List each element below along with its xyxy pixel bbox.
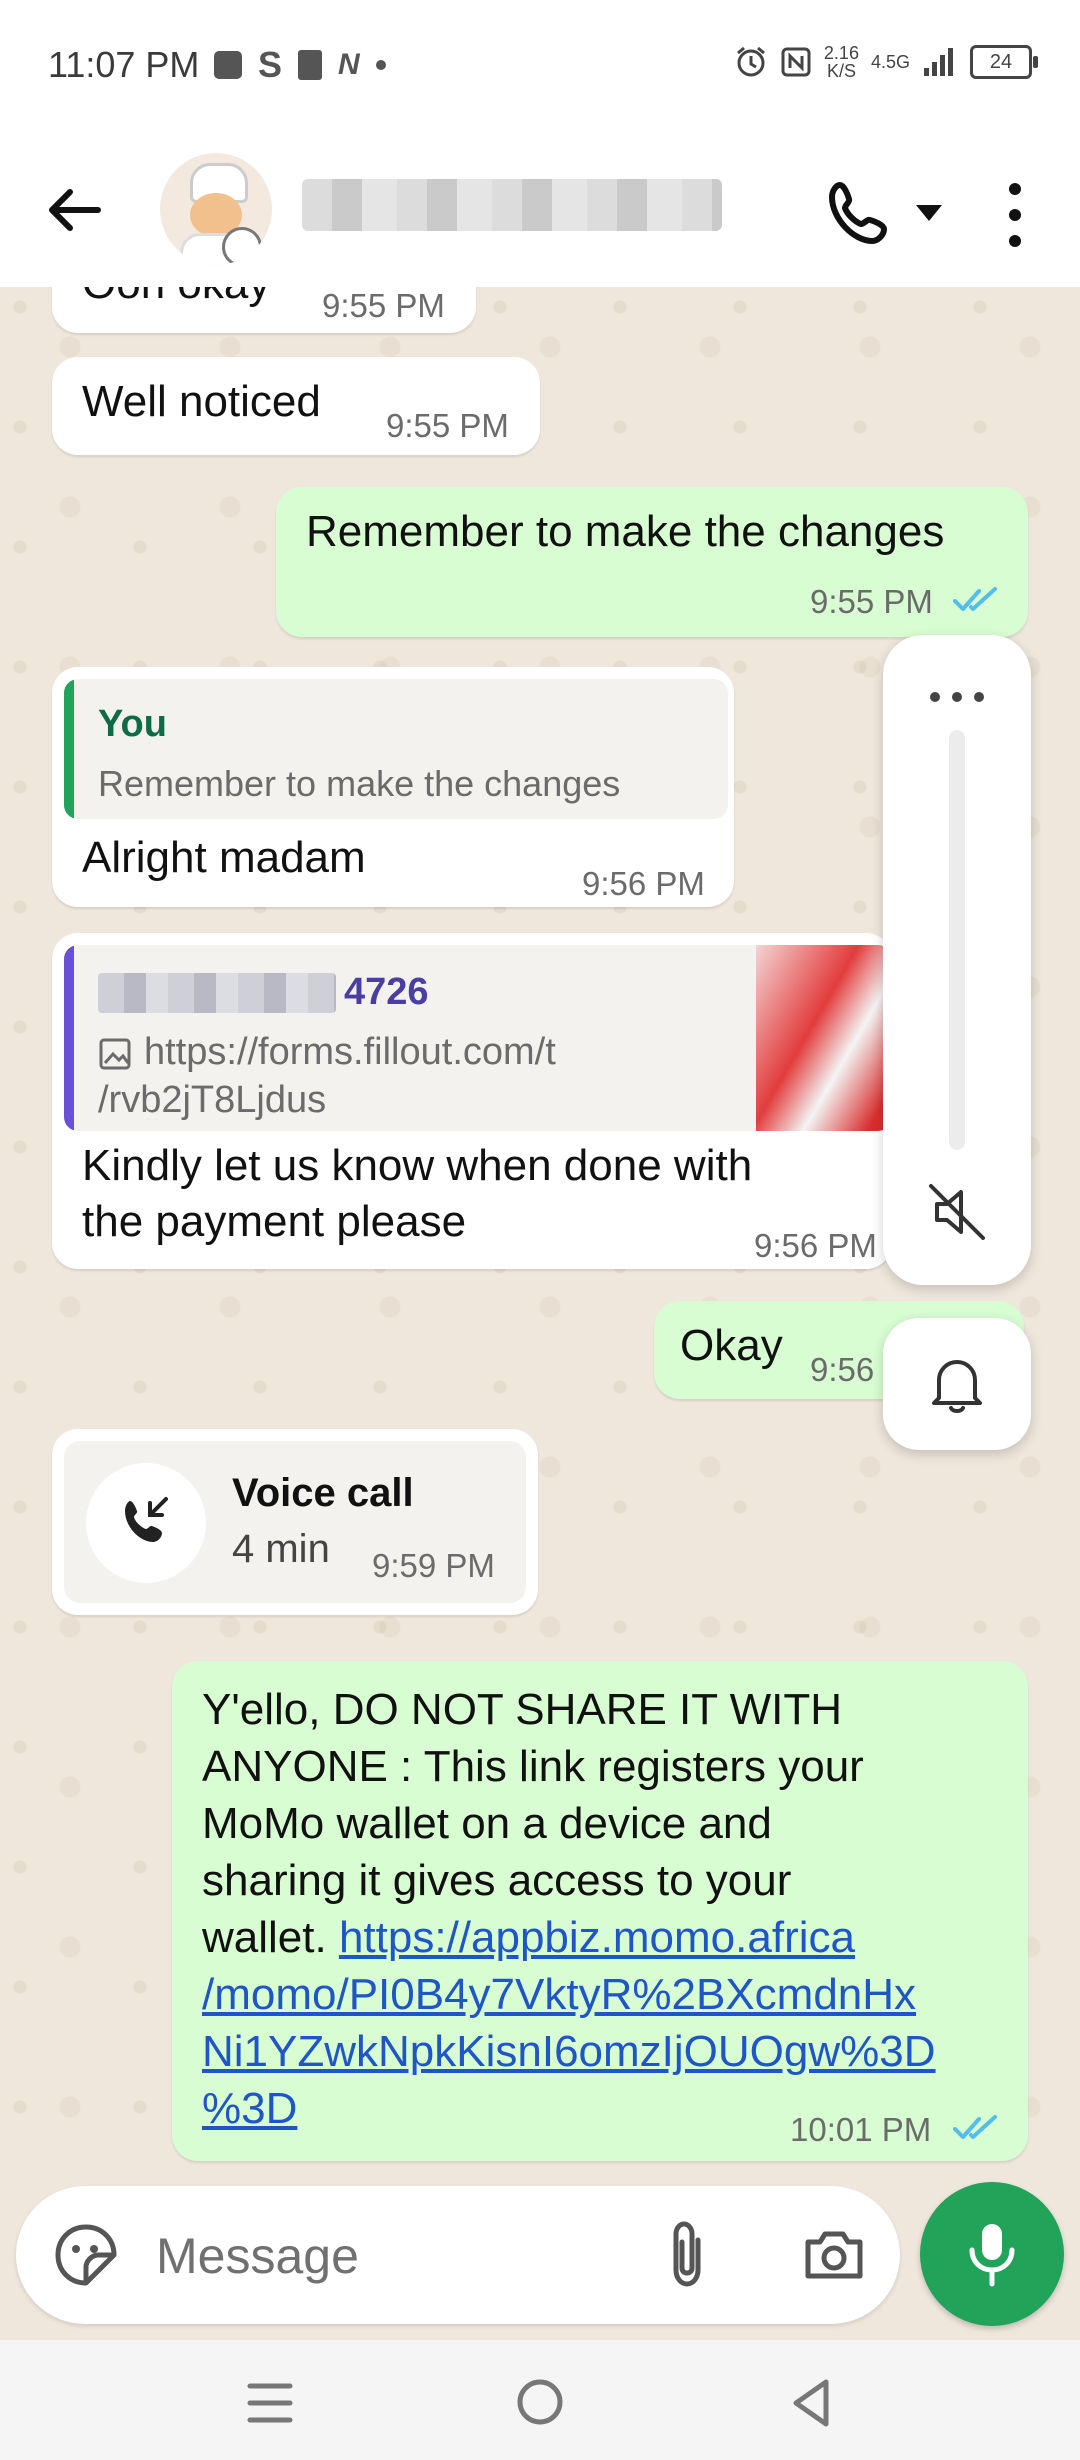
link-thumbnail [756,945,892,1131]
quote-bar [64,679,74,819]
outgoing-message[interactable]: Y'ello, DO NOT SHARE IT WITH ANYONE : Th… [172,1661,1028,2161]
pdf-file-icon [298,50,323,80]
recent-apps-icon[interactable] [246,2380,294,2426]
speaker-mute-icon[interactable] [925,1180,989,1244]
image-icon [99,1038,131,1070]
status-time: 11:07 PM [48,44,200,85]
message-link[interactable]: https://appbiz.momo.africa [339,1913,855,1962]
quote-author-redacted [98,973,336,1013]
app-notification-icon [214,51,242,79]
call-duration: 4 min [232,1527,330,1571]
call-title: Voice call [232,1471,414,1515]
message-text-line: wallet. https://appbiz.momo.africa [202,1909,1012,1966]
message-link[interactable]: /momo/PI0B4y7VktyR%2BXcmdnHx [202,1966,1012,2023]
incoming-call-icon [125,1497,168,1542]
alarm-icon [736,46,765,77]
message-time: 9:56 [810,1351,875,1388]
quote-author: You [98,703,167,745]
message-text-line: Kindly let us know when done with [82,1141,753,1190]
avatar[interactable] [160,153,272,265]
read-ticks-icon [953,2115,997,2139]
incoming-message[interactable]: Well noticed 9:55 PM [52,357,540,455]
voice-record-button[interactable] [920,2182,1064,2326]
message-time: 9:55 PM [810,583,933,620]
contact-name-redacted[interactable] [302,179,722,231]
incoming-message[interactable]: Oon okay 9:55 PM [52,287,476,333]
quote-link-line: /rvb2jT8Ljdus [98,1079,327,1121]
network-speed-value: 2.16 [823,43,859,63]
message-time: 9:55 PM [322,287,445,324]
message-text-line: Y'ello, DO NOT SHARE IT WITH [202,1685,842,1734]
volume-slider[interactable] [949,730,965,1150]
ring-mode-button[interactable] [883,1318,1031,1450]
network-type: 4.5G [870,51,910,72]
message-text: Alright madam [82,833,366,882]
message-text: Okay [680,1321,783,1370]
system-icons: 2.16 K/S 4.5G 24 [734,44,1038,80]
microphone-icon [969,2224,1015,2287]
sticker-emoji-icon[interactable] [52,2221,120,2289]
quote-link-line: https://forms.fillout.com/t [144,1031,556,1073]
message-text: Oon okay [82,287,270,309]
message-time: 9:56 PM [754,1227,877,1264]
incoming-reply-message[interactable]: 4726 https://forms.fillout.com/t /rvb2jT… [52,933,892,1269]
incoming-reply-message[interactable]: You Remember to make the changes Alright… [52,667,734,907]
camera-icon[interactable] [802,2222,866,2286]
message-text: Remember to make the changes [306,507,945,556]
voice-call-card[interactable]: Voice call 4 min 9:59 PM [64,1441,526,1603]
nav-back-icon[interactable] [786,2376,836,2430]
message-text: Y'ello, DO NOT SHARE IT WITH ANYONE : Th… [202,1681,1012,2137]
arrow-left-icon[interactable] [40,175,110,245]
disappearing-timer-icon [222,227,262,265]
voice-call-message[interactable]: Voice call 4 min 9:59 PM [52,1429,538,1615]
message-text-prefix: wallet. [202,1913,339,1962]
message-time: 9:59 PM [372,1547,495,1584]
phone-icon[interactable] [820,173,900,253]
message-input[interactable] [154,2216,638,2296]
nfc-icon [781,47,811,77]
battery-icon: 24 [970,45,1038,79]
home-icon[interactable] [514,2376,566,2428]
paperclip-icon[interactable] [662,2218,712,2292]
more-vertical-icon[interactable] [1000,175,1030,255]
s-app-icon: S [258,44,283,85]
quoted-message[interactable]: You Remember to make the changes [64,679,728,819]
volume-panel[interactable] [883,635,1031,1285]
chat-header [0,135,1080,287]
message-text-line: sharing it gives access to your [202,1856,792,1905]
n-app-icon: N [338,48,360,81]
quote-bar [64,945,74,1131]
status-bar: 11:07 PM S N 2.16 K/S 4.5G 24 [0,0,1080,135]
quote-author-suffix: 4726 [344,971,429,1013]
chevron-down-icon[interactable] [912,197,946,227]
message-link[interactable]: Ni1YZwkNpkKisnI6omzIjOUOgw%3D [202,2023,1012,2080]
message-composer [16,2186,900,2324]
signal-icon [924,48,953,76]
system-navigation-bar [0,2340,1080,2460]
bell-icon [932,1360,982,1413]
notification-icons: S N [214,44,386,86]
message-text-line: MoMo wallet on a device and [202,1799,772,1848]
read-ticks-icon [953,587,997,611]
network-speed: 2.16 K/S [824,44,859,80]
message-time: 9:55 PM [386,407,509,444]
quoted-link-message[interactable]: 4726 https://forms.fillout.com/t /rvb2jT… [64,945,892,1131]
network-speed-unit: K/S [826,61,856,81]
quote-text: Remember to make the changes [98,763,621,804]
message-text: Well noticed [82,377,321,426]
call-icon-circle [86,1463,206,1583]
message-time: 9:56 PM [582,865,705,902]
message-text-line: the payment please [82,1197,467,1246]
message-text-line: ANYONE : This link registers your [202,1742,864,1791]
more-horizontal-icon[interactable] [927,691,987,703]
more-notifications-dot-icon [375,60,386,70]
outgoing-message[interactable]: Remember to make the changes 9:55 PM [276,487,1028,637]
message-time: 10:01 PM [790,2111,932,2148]
